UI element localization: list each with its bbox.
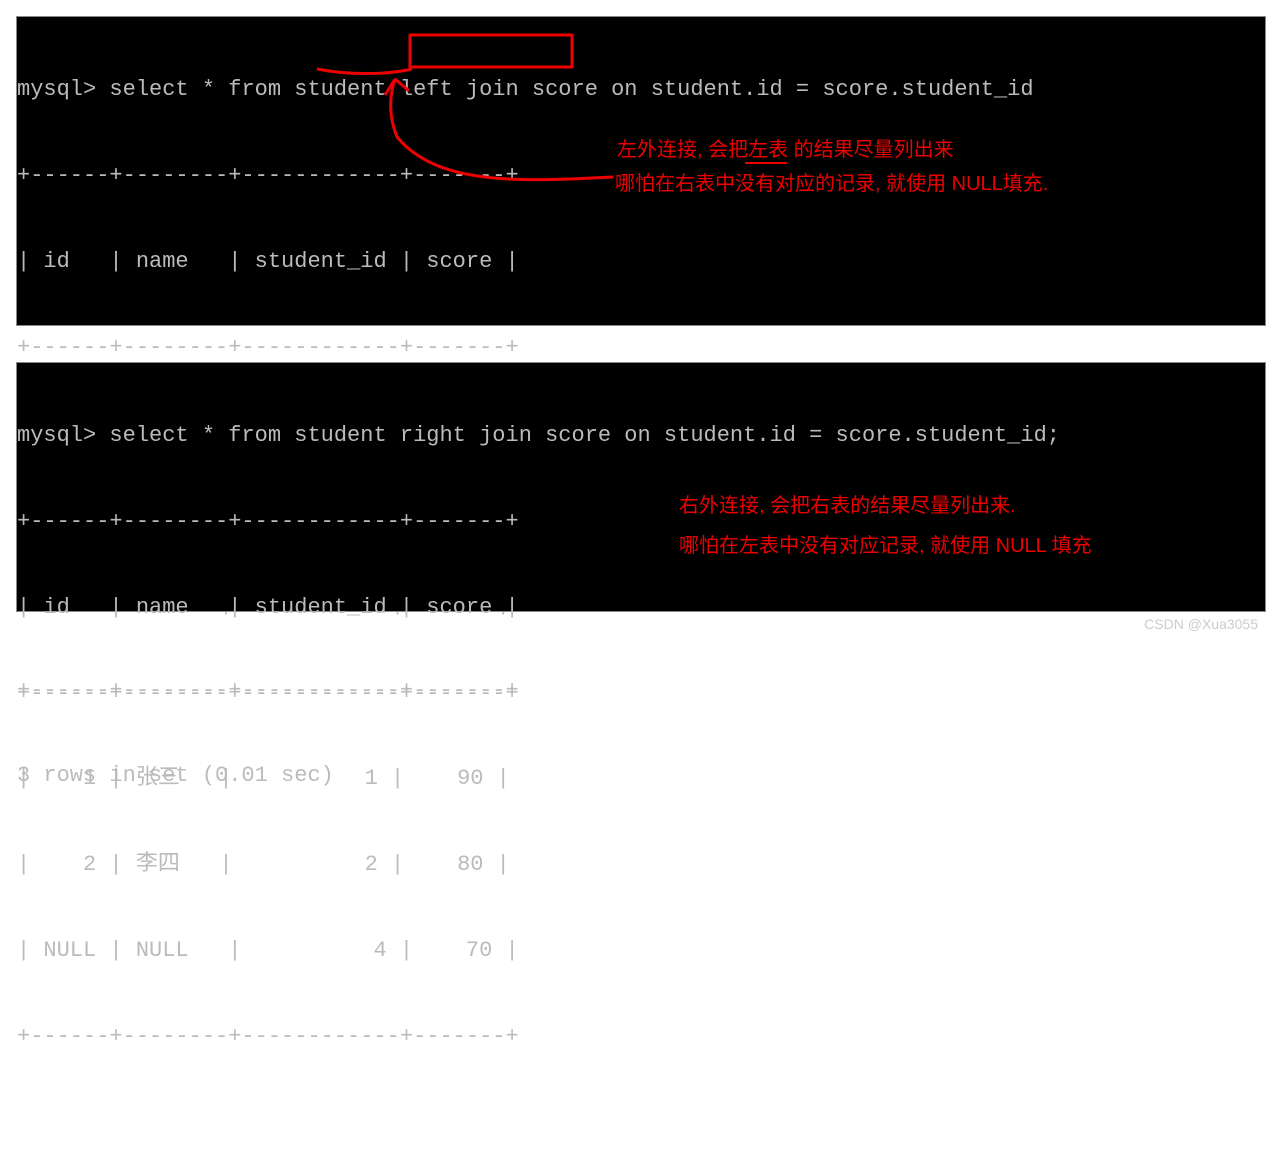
annotation-left-join-1: 左外连接, 会把左表 的结果尽量列出来 [617, 137, 954, 163]
sql-query-line: mysql> select * from student right join … [17, 422, 1265, 451]
annotation-right-join-2: 哪怕在左表中没有对应记录, 就使用 NULL 填充 [679, 533, 1092, 559]
prompt: mysql> [17, 423, 109, 448]
table-border: +------+--------+------------+-------+ [17, 1023, 1265, 1052]
annotation-right-join-1: 右外连接, 会把右表的结果尽量列出来. [679, 493, 1016, 519]
table-header: | id | name | student_id | score | [17, 594, 1265, 623]
terminal-bottom: mysql> select * from student right join … [16, 362, 1266, 612]
table-row: | NULL | NULL | 4 | 70 | [17, 937, 1265, 966]
sql-query-line: mysql> select * from student left join s… [17, 76, 1265, 105]
terminal-top: mysql> select * from student left join s… [16, 16, 1266, 326]
sql-query: select * from student left join score on… [109, 77, 1033, 102]
table-row: | 1 | 张三 | 1 | 90 | [17, 765, 1265, 794]
sql-query: select * from student right join score o… [109, 423, 1060, 448]
table-border: +------+--------+------------+-------+ [17, 680, 1265, 709]
prompt: mysql> [17, 77, 109, 102]
table-header: | id | name | student_id | score | [17, 248, 1265, 277]
annotation-left-join-2: 哪怕在右表中没有对应的记录, 就使用 NULL填充. [615, 171, 1048, 197]
table-row: | 2 | 李四 | 2 | 80 | [17, 851, 1265, 880]
table-border: +------+--------+------------+-------+ [17, 334, 1265, 363]
